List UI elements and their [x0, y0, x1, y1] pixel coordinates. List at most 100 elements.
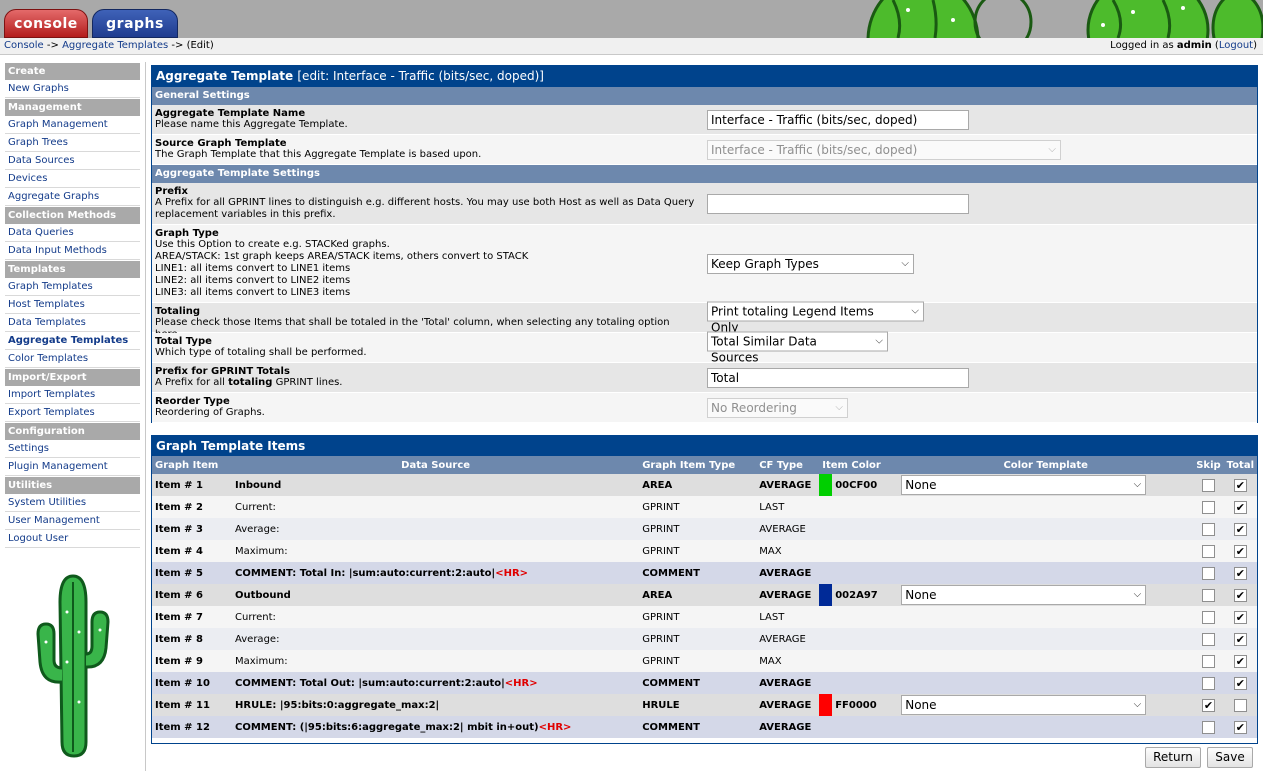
sidebar-item-settings[interactable]: Settings	[5, 440, 140, 458]
skip-checkbox[interactable]	[1201, 654, 1215, 668]
col-data-source: Data Source	[232, 456, 640, 474]
skip-checkbox[interactable]	[1201, 632, 1215, 646]
total-checkbox[interactable]: ✔	[1233, 544, 1247, 558]
sidebar-item-devices[interactable]: Devices	[5, 170, 140, 188]
check-icon: ✔	[1235, 610, 1245, 624]
cell-data-source: COMMENT: Total In: |sum:auto:current:2:a…	[232, 562, 640, 584]
logout-link[interactable]: Logout	[1219, 40, 1253, 51]
sidebar-item-graph-management[interactable]: Graph Management	[5, 116, 140, 134]
table-row: Item # 11 HRULE: |95:bits:0:aggregate_max…	[152, 694, 1257, 716]
cell-color-template: None ⌵	[898, 474, 1194, 496]
color-swatch	[819, 474, 833, 496]
total-checkbox[interactable]: ✔	[1233, 588, 1247, 602]
tab-graphs[interactable]: graphs	[92, 9, 178, 38]
color-template-value: None	[905, 478, 937, 492]
prefix-input[interactable]	[707, 193, 969, 214]
sidebar-item-aggregate-templates[interactable]: Aggregate Templates	[5, 332, 140, 350]
aggregate-template-panel: Aggregate Template [edit: Interface - Tr…	[151, 65, 1258, 423]
check-icon: ✔	[1235, 588, 1245, 602]
total-checkbox[interactable]: ✔	[1233, 676, 1247, 690]
total-type-value: Total Similar Data Sources	[711, 334, 817, 364]
sidebar-item-system-utilities[interactable]: System Utilities	[5, 494, 140, 512]
total-checkbox[interactable]: ✔	[1233, 478, 1247, 492]
return-button[interactable]: Return	[1145, 747, 1201, 768]
color-swatch	[819, 694, 833, 716]
cell-data-source: Maximum:	[232, 540, 640, 562]
sidebar-item-import-templates[interactable]: Import Templates	[5, 386, 140, 404]
sidebar-item-plugin-management[interactable]: Plugin Management	[5, 458, 140, 476]
cell-data-source: Average:	[232, 628, 640, 650]
breadcrumb-aggregate-templates-link[interactable]: Aggregate Templates	[62, 40, 168, 51]
sidebar-item-user-management[interactable]: User Management	[5, 512, 140, 530]
sidebar: Create New Graphs Management Graph Manageme…	[0, 62, 146, 771]
skip-checkbox[interactable]	[1201, 720, 1215, 734]
cell-color-template: None ⌵	[898, 694, 1194, 716]
skip-checkbox[interactable]	[1201, 500, 1215, 514]
save-button[interactable]: Save	[1207, 747, 1253, 768]
skip-checkbox[interactable]	[1201, 676, 1215, 690]
cell-data-source: Maximum:	[232, 650, 640, 672]
cell-color-template	[898, 716, 1194, 738]
sidebar-item-graph-trees[interactable]: Graph Trees	[5, 134, 140, 152]
cell-graph-item-type: GPRINT	[639, 650, 757, 672]
login-username: admin	[1176, 40, 1212, 51]
label-prefix: Prefix	[155, 186, 188, 197]
row-totaling: Totaling Please check those Items that s…	[152, 301, 1257, 340]
sidebar-item-data-sources[interactable]: Data Sources	[5, 152, 140, 170]
totaling-select[interactable]: Print totaling Legend Items Only ⌵	[707, 301, 924, 334]
sidebar-item-data-input-methods[interactable]: Data Input Methods	[5, 242, 140, 260]
gprint-prefix-input[interactable]	[707, 367, 969, 388]
graph-type-select[interactable]: Keep Graph Types ⌵	[707, 253, 914, 274]
sidebar-item-logout-user[interactable]: Logout User	[5, 530, 140, 548]
total-checkbox[interactable]: ✔	[1233, 654, 1247, 668]
total-type-select[interactable]: Total Similar Data Sources ⌵	[707, 331, 888, 364]
sidebar-item-graph-templates[interactable]: Graph Templates	[5, 278, 140, 296]
breadcrumb-console-link[interactable]: Console	[4, 40, 44, 51]
sidebar-item-new-graphs[interactable]: New Graphs	[5, 80, 140, 98]
graph-type-value: Keep Graph Types	[711, 256, 819, 271]
sidebar-section-templates: Templates	[5, 261, 140, 278]
label-template-name: Aggregate Template Name	[155, 108, 306, 119]
skip-checkbox[interactable]	[1201, 478, 1215, 492]
desc-gprint-prefix-b: totaling	[228, 377, 273, 388]
sidebar-item-data-templates[interactable]: Data Templates	[5, 314, 140, 332]
desc-template-name: Please name this Aggregate Template.	[155, 119, 348, 130]
cell-color-template	[898, 606, 1194, 628]
skip-checkbox[interactable]	[1201, 544, 1215, 558]
sidebar-item-aggregate-graphs[interactable]: Aggregate Graphs	[5, 188, 140, 206]
total-checkbox[interactable]: ✔	[1233, 566, 1247, 580]
cell-graph-item: Item # 11	[152, 694, 232, 716]
row-source-graph-template: Source Graph Template The Graph Template…	[152, 135, 1257, 165]
color-template-select[interactable]: None ⌵	[901, 585, 1147, 605]
cell-graph-item: Item # 12	[152, 716, 232, 738]
total-checkbox[interactable]: ✔	[1233, 632, 1247, 646]
skip-checkbox[interactable]	[1201, 522, 1215, 536]
cell-total: ✔	[1223, 540, 1257, 562]
total-checkbox[interactable]: ✔	[1233, 500, 1247, 514]
table-row: Item # 5 COMMENT: Total In: |sum:auto:cur…	[152, 562, 1257, 584]
total-checkbox[interactable]: ✔	[1233, 522, 1247, 536]
total-checkbox[interactable]: ✔	[1233, 720, 1247, 734]
cell-graph-item-type: AREA	[639, 584, 757, 606]
sidebar-item-export-templates[interactable]: Export Templates	[5, 404, 140, 422]
skip-checkbox[interactable]	[1201, 566, 1215, 580]
source-graph-template-value: Interface - Traffic (bits/sec, doped)	[711, 142, 918, 157]
cell-item-color	[819, 650, 899, 672]
total-checkbox[interactable]: ✔	[1233, 610, 1247, 624]
sidebar-item-data-queries[interactable]: Data Queries	[5, 224, 140, 242]
color-template-select[interactable]: None ⌵	[901, 695, 1147, 715]
skip-checkbox[interactable]	[1201, 588, 1215, 602]
template-name-input[interactable]	[707, 109, 969, 130]
cactus-banner-art	[866, 0, 1263, 38]
sidebar-item-color-templates[interactable]: Color Templates	[5, 350, 140, 368]
cell-total	[1223, 694, 1257, 716]
total-checkbox[interactable]	[1233, 698, 1247, 712]
skip-checkbox[interactable]	[1201, 610, 1215, 624]
cell-data-source: Inbound	[232, 474, 640, 496]
skip-checkbox[interactable]: ✔	[1201, 698, 1215, 712]
items-panel-title: Graph Template Items	[152, 436, 1257, 456]
tab-console[interactable]: console	[4, 9, 88, 38]
sidebar-item-host-templates[interactable]: Host Templates	[5, 296, 140, 314]
color-template-select[interactable]: None ⌵	[901, 475, 1147, 495]
color-template-value: None	[905, 698, 937, 712]
